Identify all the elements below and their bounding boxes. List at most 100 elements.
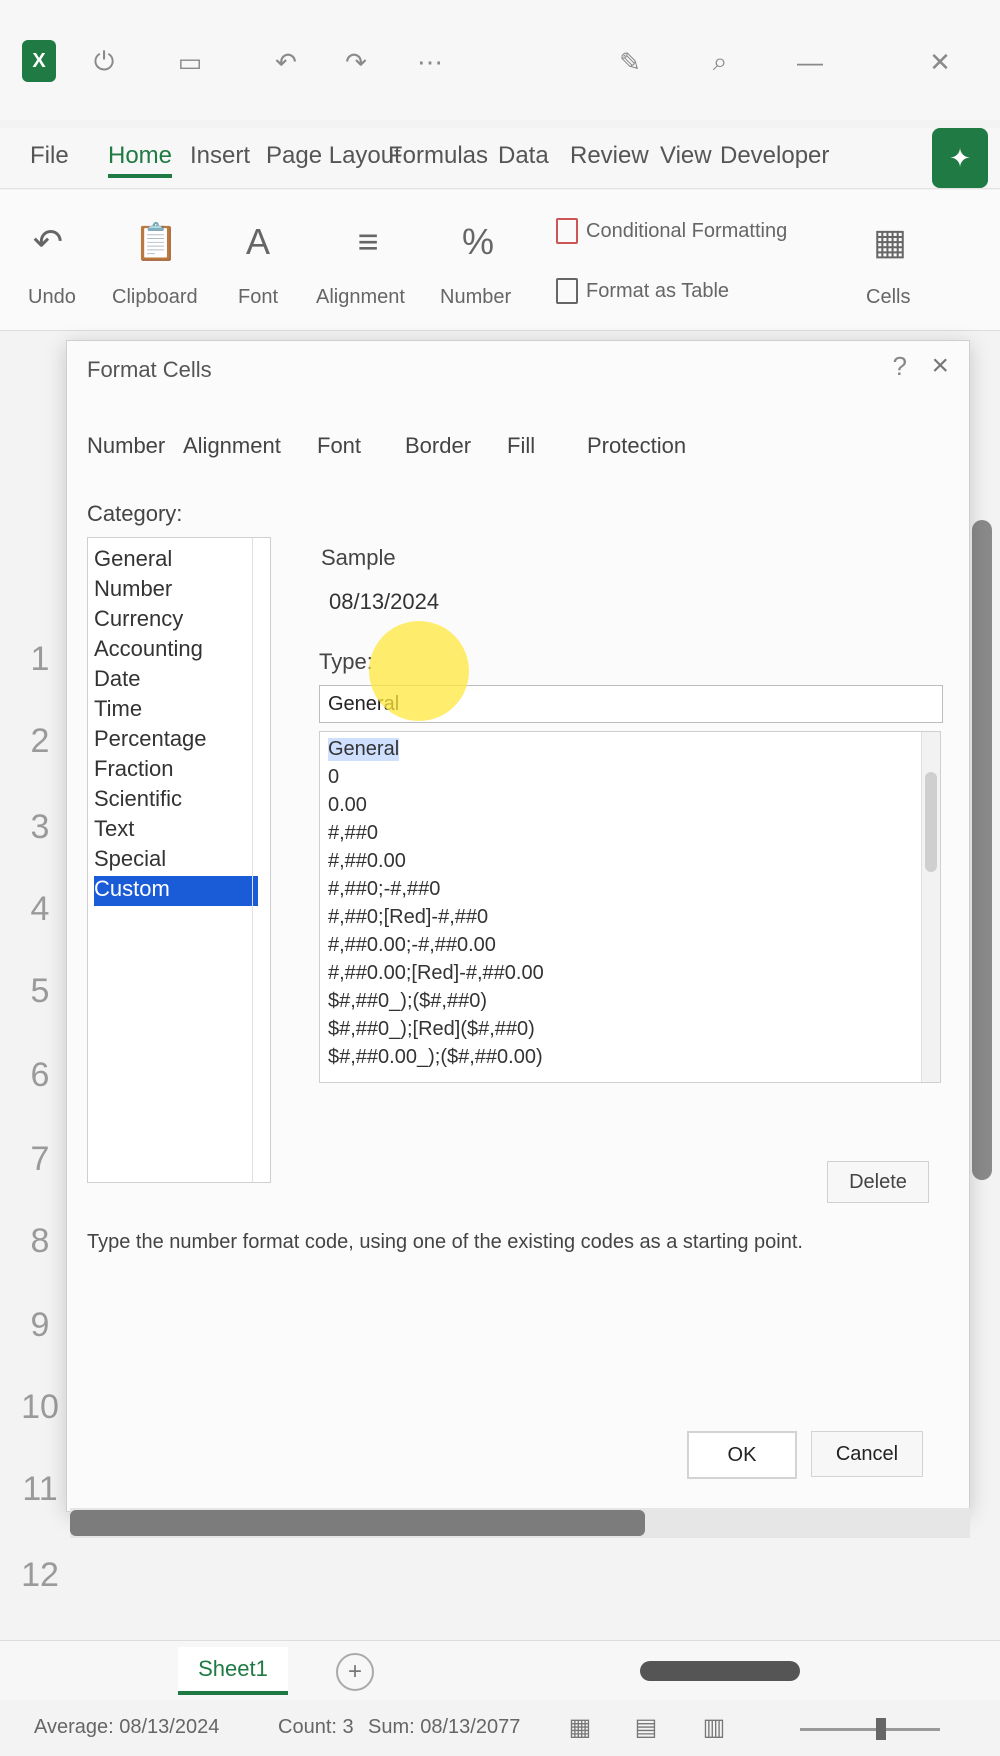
group-number-label: Number xyxy=(440,286,512,308)
normal-view-icon[interactable]: ▦ xyxy=(566,1712,594,1742)
category-item[interactable]: Text xyxy=(94,816,258,846)
format-item[interactable]: #,##0.00;[Red]-#,##0.00 xyxy=(328,962,544,985)
format-item[interactable]: 0.00 xyxy=(328,794,367,817)
category-item[interactable]: Percentage xyxy=(94,726,258,756)
search-icon[interactable]: ⌕ xyxy=(700,44,740,80)
category-item[interactable]: Fraction xyxy=(94,756,258,786)
group-alignment-label: Alignment xyxy=(316,286,405,308)
pen-icon[interactable]: ✎ xyxy=(610,44,650,80)
tab-view[interactable]: View xyxy=(660,138,712,174)
category-item[interactable]: Currency xyxy=(94,606,258,636)
format-description: Type the number format code, using one o… xyxy=(87,1231,803,1253)
category-item[interactable]: Date xyxy=(94,666,258,696)
format-item[interactable]: #,##0.00 xyxy=(328,850,406,873)
autosave-icon[interactable]: ⏻ xyxy=(84,44,124,80)
more-commands-icon[interactable]: ⋯ xyxy=(410,44,450,80)
category-item[interactable]: Accounting xyxy=(94,636,258,666)
page-break-view-icon[interactable]: ▥ xyxy=(700,1712,728,1742)
tab-data[interactable]: Data xyxy=(498,138,549,174)
save-icon[interactable]: ▭ xyxy=(170,44,210,80)
tab-file[interactable]: File xyxy=(30,138,69,174)
tab-fill[interactable]: Fill xyxy=(507,433,535,459)
format-as-table-button[interactable]: Format as Table xyxy=(556,278,729,304)
tab-border[interactable]: Border xyxy=(405,433,471,459)
format-list-scroll-thumb[interactable] xyxy=(925,772,937,872)
format-code-list[interactable]: General 0 0.00 #,##0 #,##0.00 #,##0;-#,#… xyxy=(319,731,941,1083)
alignment-icon[interactable]: ≡ xyxy=(346,218,390,266)
ok-button[interactable]: OK xyxy=(687,1431,797,1479)
ribbon-body: ↶ Undo 📋 Clipboard A Font ≡ Alignment % … xyxy=(0,190,1000,331)
format-item[interactable]: #,##0 xyxy=(328,822,378,845)
category-item[interactable]: Number xyxy=(94,576,258,606)
tab-alignment[interactable]: Alignment xyxy=(183,433,281,459)
close-icon[interactable]: × xyxy=(931,349,949,383)
tab-developer[interactable]: Developer xyxy=(720,138,829,174)
help-icon[interactable]: ? xyxy=(893,351,907,382)
dialog-tabs: Number Alignment Font Border Fill Protec… xyxy=(87,421,947,481)
number-format-icon[interactable]: % xyxy=(456,218,500,266)
tab-review[interactable]: Review xyxy=(570,138,649,174)
format-item[interactable]: #,##0;-#,##0 xyxy=(328,878,440,901)
category-item-selected[interactable]: Custom xyxy=(94,876,258,906)
sample-value: 08/13/2024 xyxy=(329,589,440,614)
format-item[interactable]: $#,##0_);[Red]($#,##0) xyxy=(328,1018,535,1041)
cells-icon[interactable]: ▦ xyxy=(868,218,912,266)
title-bar: X ⏻ ▭ ↶ ↷ ⋯ ✎ ⌕ — ✕ xyxy=(0,0,1000,120)
format-item[interactable]: 0 xyxy=(328,766,339,789)
conditional-formatting-button[interactable]: Conditional Formatting xyxy=(556,218,787,244)
tab-insert[interactable]: Insert xyxy=(190,138,250,174)
zoom-slider[interactable] xyxy=(800,1728,940,1731)
group-cells-label: Cells xyxy=(866,286,911,308)
format-item[interactable]: #,##0;[Red]-#,##0 xyxy=(328,906,488,929)
category-item[interactable]: General xyxy=(94,546,258,576)
cursor-highlight xyxy=(369,621,469,721)
undo-group-icon[interactable]: ↶ xyxy=(26,218,70,266)
redo-icon[interactable]: ↷ xyxy=(336,44,376,80)
format-item[interactable]: $#,##0_);($#,##0) xyxy=(328,990,487,1013)
page-layout-view-icon[interactable]: ▤ xyxy=(632,1712,660,1742)
horizontal-scroll-thumb[interactable] xyxy=(70,1510,645,1536)
tab-protection[interactable]: Protection xyxy=(587,433,686,459)
undo-icon[interactable]: ↶ xyxy=(266,44,306,80)
tab-home[interactable]: Home xyxy=(108,138,173,178)
format-item[interactable]: #,##0.00;-#,##0.00 xyxy=(328,934,496,957)
conditional-formatting-label: Conditional Formatting xyxy=(586,219,788,242)
zoom-slider-knob[interactable] xyxy=(876,1718,886,1740)
clipboard-icon[interactable]: 📋 xyxy=(134,218,179,266)
group-clipboard-label: Clipboard xyxy=(112,286,198,308)
format-as-table-label: Format as Table xyxy=(586,279,730,302)
status-count: Count: 3 xyxy=(278,1716,354,1738)
tab-page-layout[interactable]: Page Layout xyxy=(266,138,401,174)
status-sum: Sum: 08/13/2077 xyxy=(368,1716,521,1738)
delete-button[interactable]: Delete xyxy=(827,1161,929,1203)
status-bar: Average: 08/13/2024 Count: 3 Sum: 08/13/… xyxy=(0,1700,1000,1756)
tab-font[interactable]: Font xyxy=(317,433,361,459)
minimize-icon[interactable]: — xyxy=(790,44,830,80)
category-list[interactable]: General Number Currency Accounting Date … xyxy=(87,537,271,1183)
format-item-selected[interactable]: General xyxy=(328,738,400,761)
cancel-button[interactable]: Cancel xyxy=(811,1431,923,1477)
sheet-tab-bar: Sheet1 + xyxy=(0,1640,1000,1701)
font-icon[interactable]: A xyxy=(236,218,280,266)
sheet-tab-active[interactable]: Sheet1 xyxy=(178,1647,288,1695)
tab-number[interactable]: Number xyxy=(87,433,165,459)
category-item[interactable]: Time xyxy=(94,696,258,726)
tab-formulas[interactable]: Formulas xyxy=(388,138,488,174)
row-header[interactable]: 12 xyxy=(0,1556,80,1595)
category-scrollbar[interactable] xyxy=(252,538,269,1182)
category-item[interactable]: Special xyxy=(94,846,258,876)
close-icon[interactable]: ✕ xyxy=(920,44,960,80)
conditional-formatting-icon xyxy=(556,218,578,244)
copilot-icon[interactable]: ✦ xyxy=(932,128,988,188)
status-average: Average: 08/13/2024 xyxy=(34,1716,220,1738)
format-item[interactable]: $#,##0.00_);($#,##0.00) xyxy=(328,1046,543,1069)
category-item[interactable]: Scientific xyxy=(94,786,258,816)
sample-label: Sample xyxy=(321,545,396,570)
sheet-scrollbar[interactable] xyxy=(640,1661,800,1681)
dialog-title: Format Cells xyxy=(87,357,212,382)
add-sheet-icon[interactable]: + xyxy=(336,1653,374,1691)
excel-logo-icon: X xyxy=(22,40,56,82)
group-undo-label: Undo xyxy=(28,286,76,308)
vertical-scrollbar[interactable] xyxy=(972,520,992,1180)
ribbon-tabs: File Home Insert Page Layout Formulas Da… xyxy=(0,128,1000,189)
